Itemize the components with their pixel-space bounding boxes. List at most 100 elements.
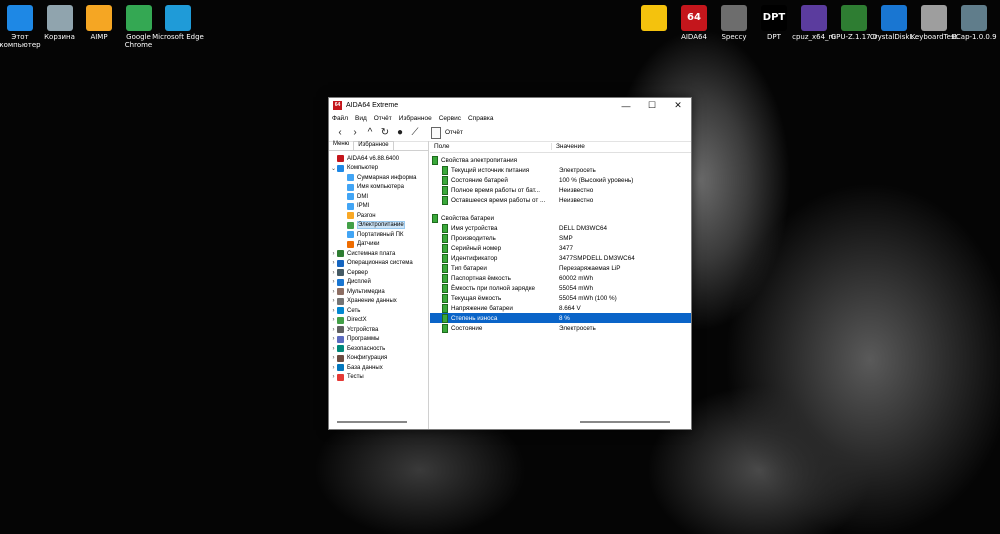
detail-row[interactable]: Идентификатор 3477SMPDELL DM3WC64 — [430, 253, 691, 263]
expander-icon[interactable]: › — [330, 289, 337, 295]
forward-icon[interactable]: › — [348, 126, 362, 140]
expander-icon[interactable]: › — [330, 355, 337, 361]
tree-item[interactable]: › Конфигурация — [329, 354, 428, 364]
detail-row[interactable]: Полное время работы от бат... Неизвестно — [430, 185, 691, 195]
detail-row[interactable]: Состояние батарей 100 % (Высокий уровень) — [430, 175, 691, 185]
tree-item[interactable]: AIDA64 v6.88.6400 — [329, 154, 428, 164]
section-header[interactable]: Свойства батареи — [430, 213, 691, 223]
expander-icon[interactable]: › — [330, 279, 337, 285]
tree-item-icon — [337, 316, 344, 324]
refresh-icon[interactable]: ↻ — [378, 126, 392, 140]
battery-icon — [432, 155, 438, 165]
expander-icon[interactable]: › — [330, 327, 337, 333]
tree-item[interactable]: › Тесты — [329, 373, 428, 383]
battery-icon — [442, 195, 448, 205]
title-bar[interactable]: 64 AIDA64 Extreme — ☐ ✕ — [329, 98, 691, 113]
tree-item[interactable]: › Дисплей — [329, 278, 428, 288]
menu-item[interactable]: Отчёт — [374, 115, 392, 122]
tree-item-icon — [337, 155, 344, 163]
tree-item-label: Системная плата — [347, 250, 396, 257]
tree-item-label: Электропитание — [357, 221, 405, 230]
tree-item[interactable]: Датчики — [329, 240, 428, 250]
tree-item[interactable]: › Мультимедиа — [329, 287, 428, 297]
expander-icon[interactable]: › — [330, 308, 337, 314]
tree-item[interactable]: Портативный ПК — [329, 230, 428, 240]
detail-row[interactable]: Паспортная ёмкость 60002 mWh — [430, 273, 691, 283]
expander-icon[interactable]: › — [330, 298, 337, 304]
desktop-icon[interactable]: ECap-1.0.0.9 — [948, 5, 1000, 41]
expander-icon[interactable]: › — [330, 336, 337, 342]
tree-item[interactable]: IPMI — [329, 202, 428, 212]
column-field-header[interactable]: Поле — [430, 143, 552, 150]
tree-item[interactable]: Разгон — [329, 211, 428, 221]
maximize-button[interactable]: ☐ — [639, 100, 665, 111]
detail-row[interactable]: Текущая ёмкость 55054 mWh (100 %) — [430, 293, 691, 303]
tree-item[interactable]: Электропитание — [329, 221, 428, 231]
menu-item[interactable]: Вид — [355, 115, 367, 122]
tree-item[interactable]: › DirectX — [329, 316, 428, 326]
detail-row[interactable]: Ёмкость при полной зарядке 55054 mWh — [430, 283, 691, 293]
report-button[interactable]: Отчёт — [431, 126, 463, 139]
field-name: Производитель — [451, 234, 496, 242]
user-icon[interactable]: ● — [393, 126, 407, 140]
field-value: DELL DM3WC64 — [559, 224, 608, 232]
minimize-button[interactable]: — — [613, 101, 639, 111]
tab-favorites[interactable]: Избранное — [353, 141, 394, 150]
detail-row[interactable]: Напряжение батареи 8.664 V — [430, 303, 691, 313]
tree-item[interactable]: ⌄ Компьютер — [329, 164, 428, 174]
tree-item[interactable]: › Сервер — [329, 268, 428, 278]
up-icon[interactable]: ^ — [363, 126, 377, 140]
expander-icon[interactable]: › — [330, 365, 337, 371]
tab-menu[interactable]: Меню — [329, 141, 353, 150]
camera-icon — [961, 5, 987, 31]
tree-item[interactable]: Имя компьютера — [329, 183, 428, 193]
tree-item[interactable]: › Сеть — [329, 306, 428, 316]
warning-icon — [641, 5, 667, 31]
tree-item-icon — [337, 364, 344, 372]
menu-item[interactable]: Справка — [468, 115, 494, 122]
tree-item[interactable]: DMI — [329, 192, 428, 202]
detail-row[interactable]: Тип батареи Перезаряжаемая LiP — [430, 263, 691, 273]
menu-item[interactable]: Файл — [332, 115, 348, 122]
horizontal-scrollbar[interactable] — [580, 421, 670, 423]
tree-item-label: DMI — [357, 193, 368, 200]
expander-icon[interactable]: › — [330, 251, 337, 257]
tree-item[interactable]: › Хранение данных — [329, 297, 428, 307]
tree-item[interactable]: › Системная плата — [329, 249, 428, 259]
tree-item[interactable]: Суммарная информа — [329, 173, 428, 183]
menu-item[interactable]: Избранное — [399, 115, 432, 122]
tree-item[interactable]: › Безопасность — [329, 344, 428, 354]
detail-row[interactable]: Имя устройства DELL DM3WC64 — [430, 223, 691, 233]
expander-icon[interactable]: › — [330, 317, 337, 323]
expander-icon[interactable]: › — [330, 346, 337, 352]
back-icon[interactable]: ‹ — [333, 126, 347, 140]
battery-icon — [442, 313, 448, 323]
detail-row[interactable]: Производитель SMP — [430, 233, 691, 243]
field-name: Состояние — [451, 324, 483, 332]
tree-item[interactable]: › База данных — [329, 363, 428, 373]
expander-icon[interactable]: › — [330, 260, 337, 266]
chart-icon[interactable]: ⟋ — [408, 126, 422, 140]
column-headers: Поле Значение — [430, 141, 691, 153]
detail-row[interactable]: Состояние Электросеть — [430, 323, 691, 333]
detail-row[interactable]: Оставшееся время работы от ... Неизвестно — [430, 195, 691, 205]
monitor-icon — [7, 5, 33, 31]
expander-icon[interactable]: › — [330, 270, 337, 276]
column-value-header[interactable]: Значение — [552, 143, 585, 150]
expander-icon[interactable]: ⌄ — [330, 165, 337, 172]
section-header[interactable]: Свойства электропитания — [430, 155, 691, 165]
detail-row[interactable]: Серийный номер 3477 — [430, 243, 691, 253]
detail-row[interactable]: Степень износа 8 % — [430, 313, 691, 323]
expander-icon[interactable]: › — [330, 374, 337, 380]
tree-item[interactable]: › Устройства — [329, 325, 428, 335]
tree-item-label: Портативный ПК — [357, 231, 404, 238]
close-button[interactable]: ✕ — [665, 100, 691, 111]
tree-item[interactable]: › Программы — [329, 335, 428, 345]
horizontal-scrollbar[interactable] — [337, 421, 407, 423]
tree-item[interactable]: › Операционная система — [329, 259, 428, 269]
field-value: Электросеть — [559, 166, 596, 174]
menu-item[interactable]: Сервис — [439, 115, 461, 122]
detail-row[interactable]: Текущий источник питания Электросеть — [430, 165, 691, 175]
desktop-icon[interactable]: Microsoft Edge — [152, 5, 204, 41]
tree-item-icon — [347, 231, 354, 239]
